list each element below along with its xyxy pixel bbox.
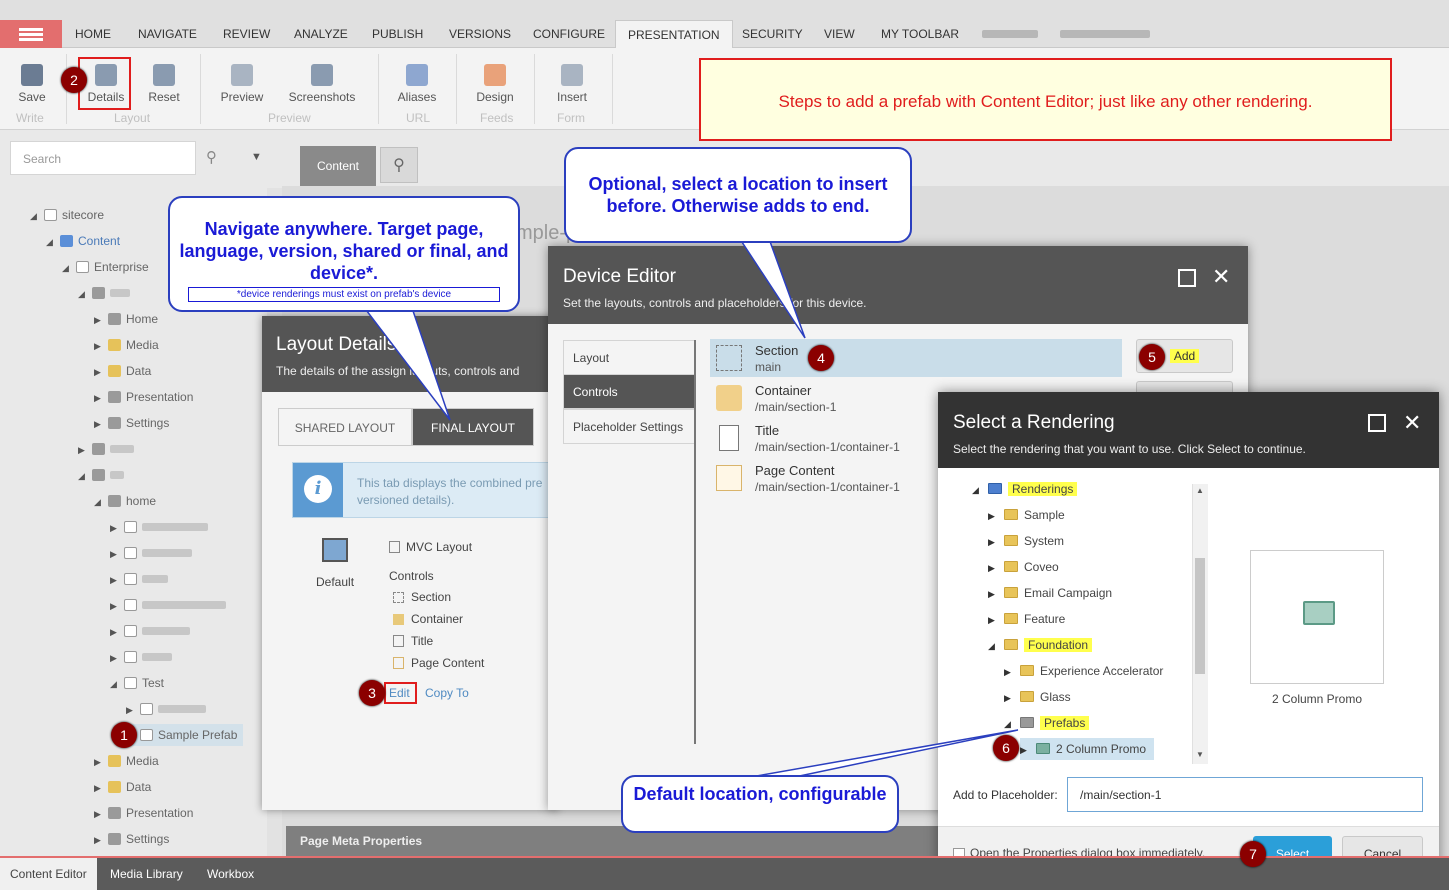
callout-pointer-default	[744, 729, 1019, 779]
step-marker: 4	[808, 345, 834, 371]
annotation-default-location: Default location, configurable	[621, 775, 899, 833]
step-marker: 6	[993, 735, 1019, 761]
annotation-text: Navigate anywhere. Target page, language…	[179, 219, 509, 283]
step-marker: 5	[1139, 344, 1165, 370]
callout-pointers	[358, 235, 1019, 779]
callout-pointer-navigate	[358, 301, 451, 421]
callout-pointer-optional	[736, 235, 806, 339]
step-marker: 7	[1240, 841, 1266, 867]
highlight-edit	[384, 682, 417, 704]
step-marker: 1	[111, 722, 137, 748]
step-marker: 2	[61, 67, 87, 93]
annotation-navigate: Navigate anywhere. Target page, language…	[168, 196, 520, 312]
annotation-footnote: *device renderings must exist on prefab'…	[188, 287, 500, 302]
step-marker: 3	[359, 680, 385, 706]
annotation-optional: Optional, select a location to insert be…	[564, 147, 912, 243]
